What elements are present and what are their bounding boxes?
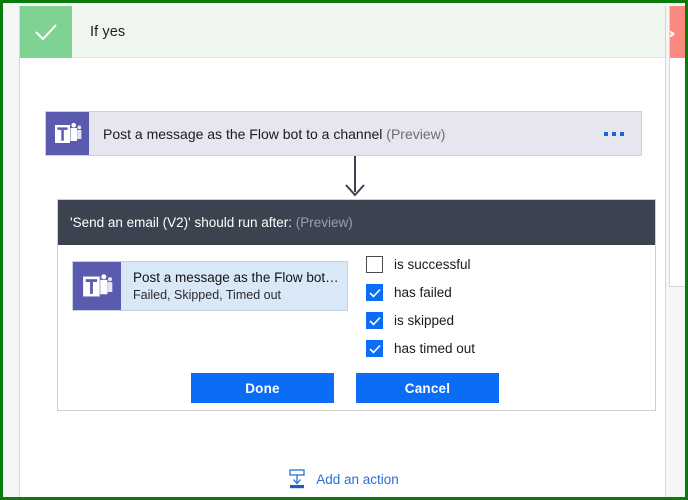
screenshot-frame: If yes Post a message as the Flow bot to… — [0, 0, 688, 500]
status-row-has-failed[interactable]: has failed — [366, 283, 475, 302]
run-after-dialog-title: 'Send an email (V2)' should run after: (… — [70, 215, 353, 230]
run-after-dialog-title-text: 'Send an email (V2)' should run after: — [70, 215, 293, 230]
action-card-title: Post a message as the Flow bot to a chan… — [103, 126, 445, 142]
add-an-action-label: Add an action — [316, 471, 399, 487]
action-card-post-message[interactable]: Post a message as the Flow bot to a chan… — [45, 111, 642, 156]
scope-card-if-no-partial[interactable] — [669, 6, 685, 287]
checkbox-is-successful[interactable] — [366, 256, 383, 273]
dialog-button-row: Done Cancel — [191, 373, 499, 403]
selected-action-subtitle: Failed, Skipped, Timed out — [133, 288, 281, 302]
run-after-dialog-body: Post a message as the Flow bot… Failed, … — [58, 245, 655, 411]
run-after-status-list: is successful has failed is skipped has … — [366, 255, 475, 358]
scope-title: If yes — [90, 23, 126, 40]
selected-action-chip-text: Post a message as the Flow bot… Failed, … — [133, 270, 339, 302]
selected-action-title: Post a message as the Flow bot… — [133, 270, 339, 285]
action-card-title-text: Post a message as the Flow bot to a chan… — [103, 125, 383, 142]
cancel-button[interactable]: Cancel — [356, 373, 499, 403]
checkbox-has-timed-out[interactable] — [366, 340, 383, 357]
selected-action-chip[interactable]: Post a message as the Flow bot… Failed, … — [72, 261, 348, 311]
run-after-dialog-header: 'Send an email (V2)' should run after: (… — [58, 200, 655, 245]
action-card-preview-tag: (Preview) — [386, 125, 446, 142]
run-after-dialog: 'Send an email (V2)' should run after: (… — [57, 199, 656, 411]
status-row-has-timed-out[interactable]: has timed out — [366, 339, 475, 358]
insert-action-icon — [286, 468, 308, 490]
check-icon — [20, 6, 72, 58]
add-an-action-button[interactable]: Add an action — [20, 468, 665, 490]
done-button[interactable]: Done — [191, 373, 334, 403]
status-label-has-failed: has failed — [394, 285, 452, 300]
microsoft-teams-icon — [46, 112, 89, 155]
close-x-icon — [670, 6, 685, 58]
status-row-is-successful[interactable]: is successful — [366, 255, 475, 274]
run-after-dialog-preview-tag: (Preview) — [295, 215, 353, 230]
flow-designer-canvas: If yes Post a message as the Flow bot to… — [6, 6, 685, 497]
status-label-has-timed-out: has timed out — [394, 341, 476, 356]
status-label-is-skipped: is skipped — [394, 313, 455, 328]
scope-card-if-yes[interactable]: If yes Post a message as the Flow bot to… — [19, 6, 666, 497]
status-label-is-successful: is successful — [394, 257, 471, 272]
checkbox-is-skipped[interactable] — [366, 312, 383, 329]
down-arrow-icon — [331, 156, 379, 200]
checkbox-has-failed[interactable] — [366, 284, 383, 301]
status-row-is-skipped[interactable]: is skipped — [366, 311, 475, 330]
microsoft-teams-icon — [73, 262, 121, 310]
scope-header[interactable]: If yes — [20, 6, 665, 58]
ellipsis-icon[interactable] — [604, 131, 624, 136]
